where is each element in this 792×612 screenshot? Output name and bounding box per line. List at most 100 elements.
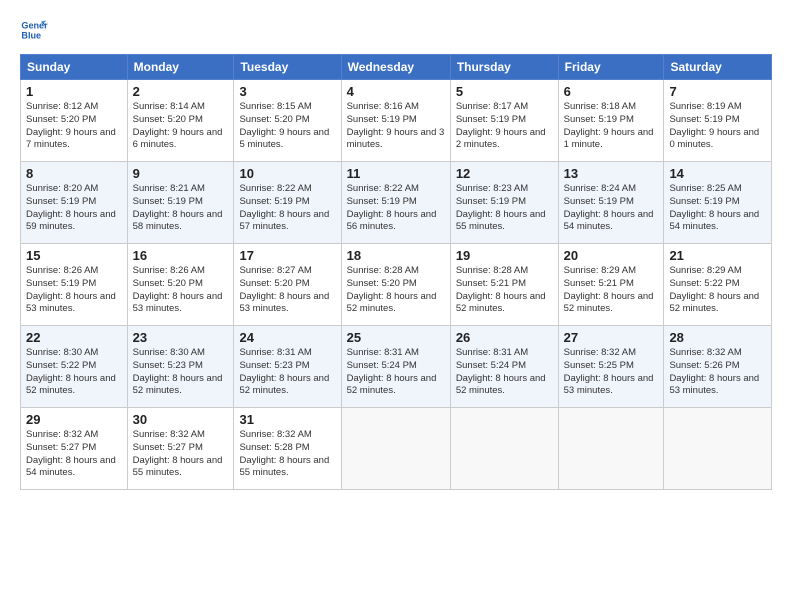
day-number: 17 [239, 248, 335, 263]
day-info: Sunrise: 8:31 AMSunset: 5:24 PMDaylight:… [456, 347, 553, 398]
calendar-cell: 26 Sunrise: 8:31 AMSunset: 5:24 PMDaylig… [450, 326, 558, 408]
calendar-cell: 9 Sunrise: 8:21 AMSunset: 5:19 PMDayligh… [127, 162, 234, 244]
day-number: 2 [133, 84, 229, 99]
calendar-header-monday: Monday [127, 55, 234, 80]
day-info: Sunrise: 8:15 AMSunset: 5:20 PMDaylight:… [239, 101, 335, 152]
calendar-cell: 20 Sunrise: 8:29 AMSunset: 5:21 PMDaylig… [558, 244, 664, 326]
day-info: Sunrise: 8:16 AMSunset: 5:19 PMDaylight:… [347, 101, 445, 152]
calendar-cell: 11 Sunrise: 8:22 AMSunset: 5:19 PMDaylig… [341, 162, 450, 244]
logo-icon: General Blue [20, 16, 48, 44]
calendar-cell [341, 408, 450, 490]
day-number: 15 [26, 248, 122, 263]
day-number: 19 [456, 248, 553, 263]
calendar-cell: 23 Sunrise: 8:30 AMSunset: 5:23 PMDaylig… [127, 326, 234, 408]
calendar-header-saturday: Saturday [664, 55, 772, 80]
calendar-header-tuesday: Tuesday [234, 55, 341, 80]
calendar-cell: 15 Sunrise: 8:26 AMSunset: 5:19 PMDaylig… [21, 244, 128, 326]
day-number: 26 [456, 330, 553, 345]
calendar-cell [664, 408, 772, 490]
calendar-cell: 28 Sunrise: 8:32 AMSunset: 5:26 PMDaylig… [664, 326, 772, 408]
calendar-cell: 4 Sunrise: 8:16 AMSunset: 5:19 PMDayligh… [341, 80, 450, 162]
day-number: 21 [669, 248, 766, 263]
day-info: Sunrise: 8:24 AMSunset: 5:19 PMDaylight:… [564, 183, 659, 234]
calendar-cell: 19 Sunrise: 8:28 AMSunset: 5:21 PMDaylig… [450, 244, 558, 326]
day-number: 11 [347, 166, 445, 181]
day-info: Sunrise: 8:25 AMSunset: 5:19 PMDaylight:… [669, 183, 766, 234]
day-info: Sunrise: 8:32 AMSunset: 5:25 PMDaylight:… [564, 347, 659, 398]
logo: General Blue [20, 16, 48, 44]
day-info: Sunrise: 8:28 AMSunset: 5:21 PMDaylight:… [456, 265, 553, 316]
day-number: 10 [239, 166, 335, 181]
calendar-cell: 31 Sunrise: 8:32 AMSunset: 5:28 PMDaylig… [234, 408, 341, 490]
calendar-cell: 18 Sunrise: 8:28 AMSunset: 5:20 PMDaylig… [341, 244, 450, 326]
calendar-week-4: 22 Sunrise: 8:30 AMSunset: 5:22 PMDaylig… [21, 326, 772, 408]
calendar-cell: 30 Sunrise: 8:32 AMSunset: 5:27 PMDaylig… [127, 408, 234, 490]
calendar-cell: 7 Sunrise: 8:19 AMSunset: 5:19 PMDayligh… [664, 80, 772, 162]
day-info: Sunrise: 8:31 AMSunset: 5:24 PMDaylight:… [347, 347, 445, 398]
calendar-cell: 3 Sunrise: 8:15 AMSunset: 5:20 PMDayligh… [234, 80, 341, 162]
calendar-cell: 25 Sunrise: 8:31 AMSunset: 5:24 PMDaylig… [341, 326, 450, 408]
day-number: 9 [133, 166, 229, 181]
day-number: 6 [564, 84, 659, 99]
day-number: 4 [347, 84, 445, 99]
page: General Blue SundayMondayTuesdayWednesda… [0, 0, 792, 612]
calendar-cell: 13 Sunrise: 8:24 AMSunset: 5:19 PMDaylig… [558, 162, 664, 244]
day-info: Sunrise: 8:22 AMSunset: 5:19 PMDaylight:… [239, 183, 335, 234]
day-number: 8 [26, 166, 122, 181]
day-number: 13 [564, 166, 659, 181]
day-info: Sunrise: 8:29 AMSunset: 5:22 PMDaylight:… [669, 265, 766, 316]
calendar-header-thursday: Thursday [450, 55, 558, 80]
calendar-cell: 10 Sunrise: 8:22 AMSunset: 5:19 PMDaylig… [234, 162, 341, 244]
day-info: Sunrise: 8:20 AMSunset: 5:19 PMDaylight:… [26, 183, 122, 234]
calendar-week-1: 1 Sunrise: 8:12 AMSunset: 5:20 PMDayligh… [21, 80, 772, 162]
day-info: Sunrise: 8:31 AMSunset: 5:23 PMDaylight:… [239, 347, 335, 398]
calendar-table: SundayMondayTuesdayWednesdayThursdayFrid… [20, 54, 772, 490]
day-info: Sunrise: 8:12 AMSunset: 5:20 PMDaylight:… [26, 101, 122, 152]
day-info: Sunrise: 8:23 AMSunset: 5:19 PMDaylight:… [456, 183, 553, 234]
calendar-cell: 8 Sunrise: 8:20 AMSunset: 5:19 PMDayligh… [21, 162, 128, 244]
day-number: 5 [456, 84, 553, 99]
calendar-cell: 5 Sunrise: 8:17 AMSunset: 5:19 PMDayligh… [450, 80, 558, 162]
day-info: Sunrise: 8:26 AMSunset: 5:19 PMDaylight:… [26, 265, 122, 316]
day-number: 30 [133, 412, 229, 427]
calendar-header-friday: Friday [558, 55, 664, 80]
calendar-header-wednesday: Wednesday [341, 55, 450, 80]
day-info: Sunrise: 8:32 AMSunset: 5:28 PMDaylight:… [239, 429, 335, 480]
day-info: Sunrise: 8:22 AMSunset: 5:19 PMDaylight:… [347, 183, 445, 234]
day-number: 31 [239, 412, 335, 427]
calendar-cell: 29 Sunrise: 8:32 AMSunset: 5:27 PMDaylig… [21, 408, 128, 490]
calendar-cell [558, 408, 664, 490]
calendar-header-row: SundayMondayTuesdayWednesdayThursdayFrid… [21, 55, 772, 80]
calendar-cell: 6 Sunrise: 8:18 AMSunset: 5:19 PMDayligh… [558, 80, 664, 162]
day-info: Sunrise: 8:14 AMSunset: 5:20 PMDaylight:… [133, 101, 229, 152]
calendar-week-5: 29 Sunrise: 8:32 AMSunset: 5:27 PMDaylig… [21, 408, 772, 490]
calendar-cell [450, 408, 558, 490]
calendar-cell: 12 Sunrise: 8:23 AMSunset: 5:19 PMDaylig… [450, 162, 558, 244]
day-number: 3 [239, 84, 335, 99]
calendar-header-sunday: Sunday [21, 55, 128, 80]
day-info: Sunrise: 8:30 AMSunset: 5:23 PMDaylight:… [133, 347, 229, 398]
day-info: Sunrise: 8:19 AMSunset: 5:19 PMDaylight:… [669, 101, 766, 152]
day-info: Sunrise: 8:21 AMSunset: 5:19 PMDaylight:… [133, 183, 229, 234]
day-number: 14 [669, 166, 766, 181]
day-number: 28 [669, 330, 766, 345]
calendar-week-2: 8 Sunrise: 8:20 AMSunset: 5:19 PMDayligh… [21, 162, 772, 244]
day-info: Sunrise: 8:18 AMSunset: 5:19 PMDaylight:… [564, 101, 659, 152]
day-number: 16 [133, 248, 229, 263]
day-number: 23 [133, 330, 229, 345]
day-info: Sunrise: 8:17 AMSunset: 5:19 PMDaylight:… [456, 101, 553, 152]
day-info: Sunrise: 8:28 AMSunset: 5:20 PMDaylight:… [347, 265, 445, 316]
day-info: Sunrise: 8:26 AMSunset: 5:20 PMDaylight:… [133, 265, 229, 316]
day-number: 24 [239, 330, 335, 345]
svg-text:Blue: Blue [21, 30, 41, 40]
day-number: 18 [347, 248, 445, 263]
day-info: Sunrise: 8:32 AMSunset: 5:27 PMDaylight:… [133, 429, 229, 480]
day-number: 27 [564, 330, 659, 345]
calendar-week-3: 15 Sunrise: 8:26 AMSunset: 5:19 PMDaylig… [21, 244, 772, 326]
day-number: 22 [26, 330, 122, 345]
calendar-cell: 16 Sunrise: 8:26 AMSunset: 5:20 PMDaylig… [127, 244, 234, 326]
day-info: Sunrise: 8:27 AMSunset: 5:20 PMDaylight:… [239, 265, 335, 316]
day-info: Sunrise: 8:32 AMSunset: 5:26 PMDaylight:… [669, 347, 766, 398]
calendar-cell: 14 Sunrise: 8:25 AMSunset: 5:19 PMDaylig… [664, 162, 772, 244]
day-number: 20 [564, 248, 659, 263]
